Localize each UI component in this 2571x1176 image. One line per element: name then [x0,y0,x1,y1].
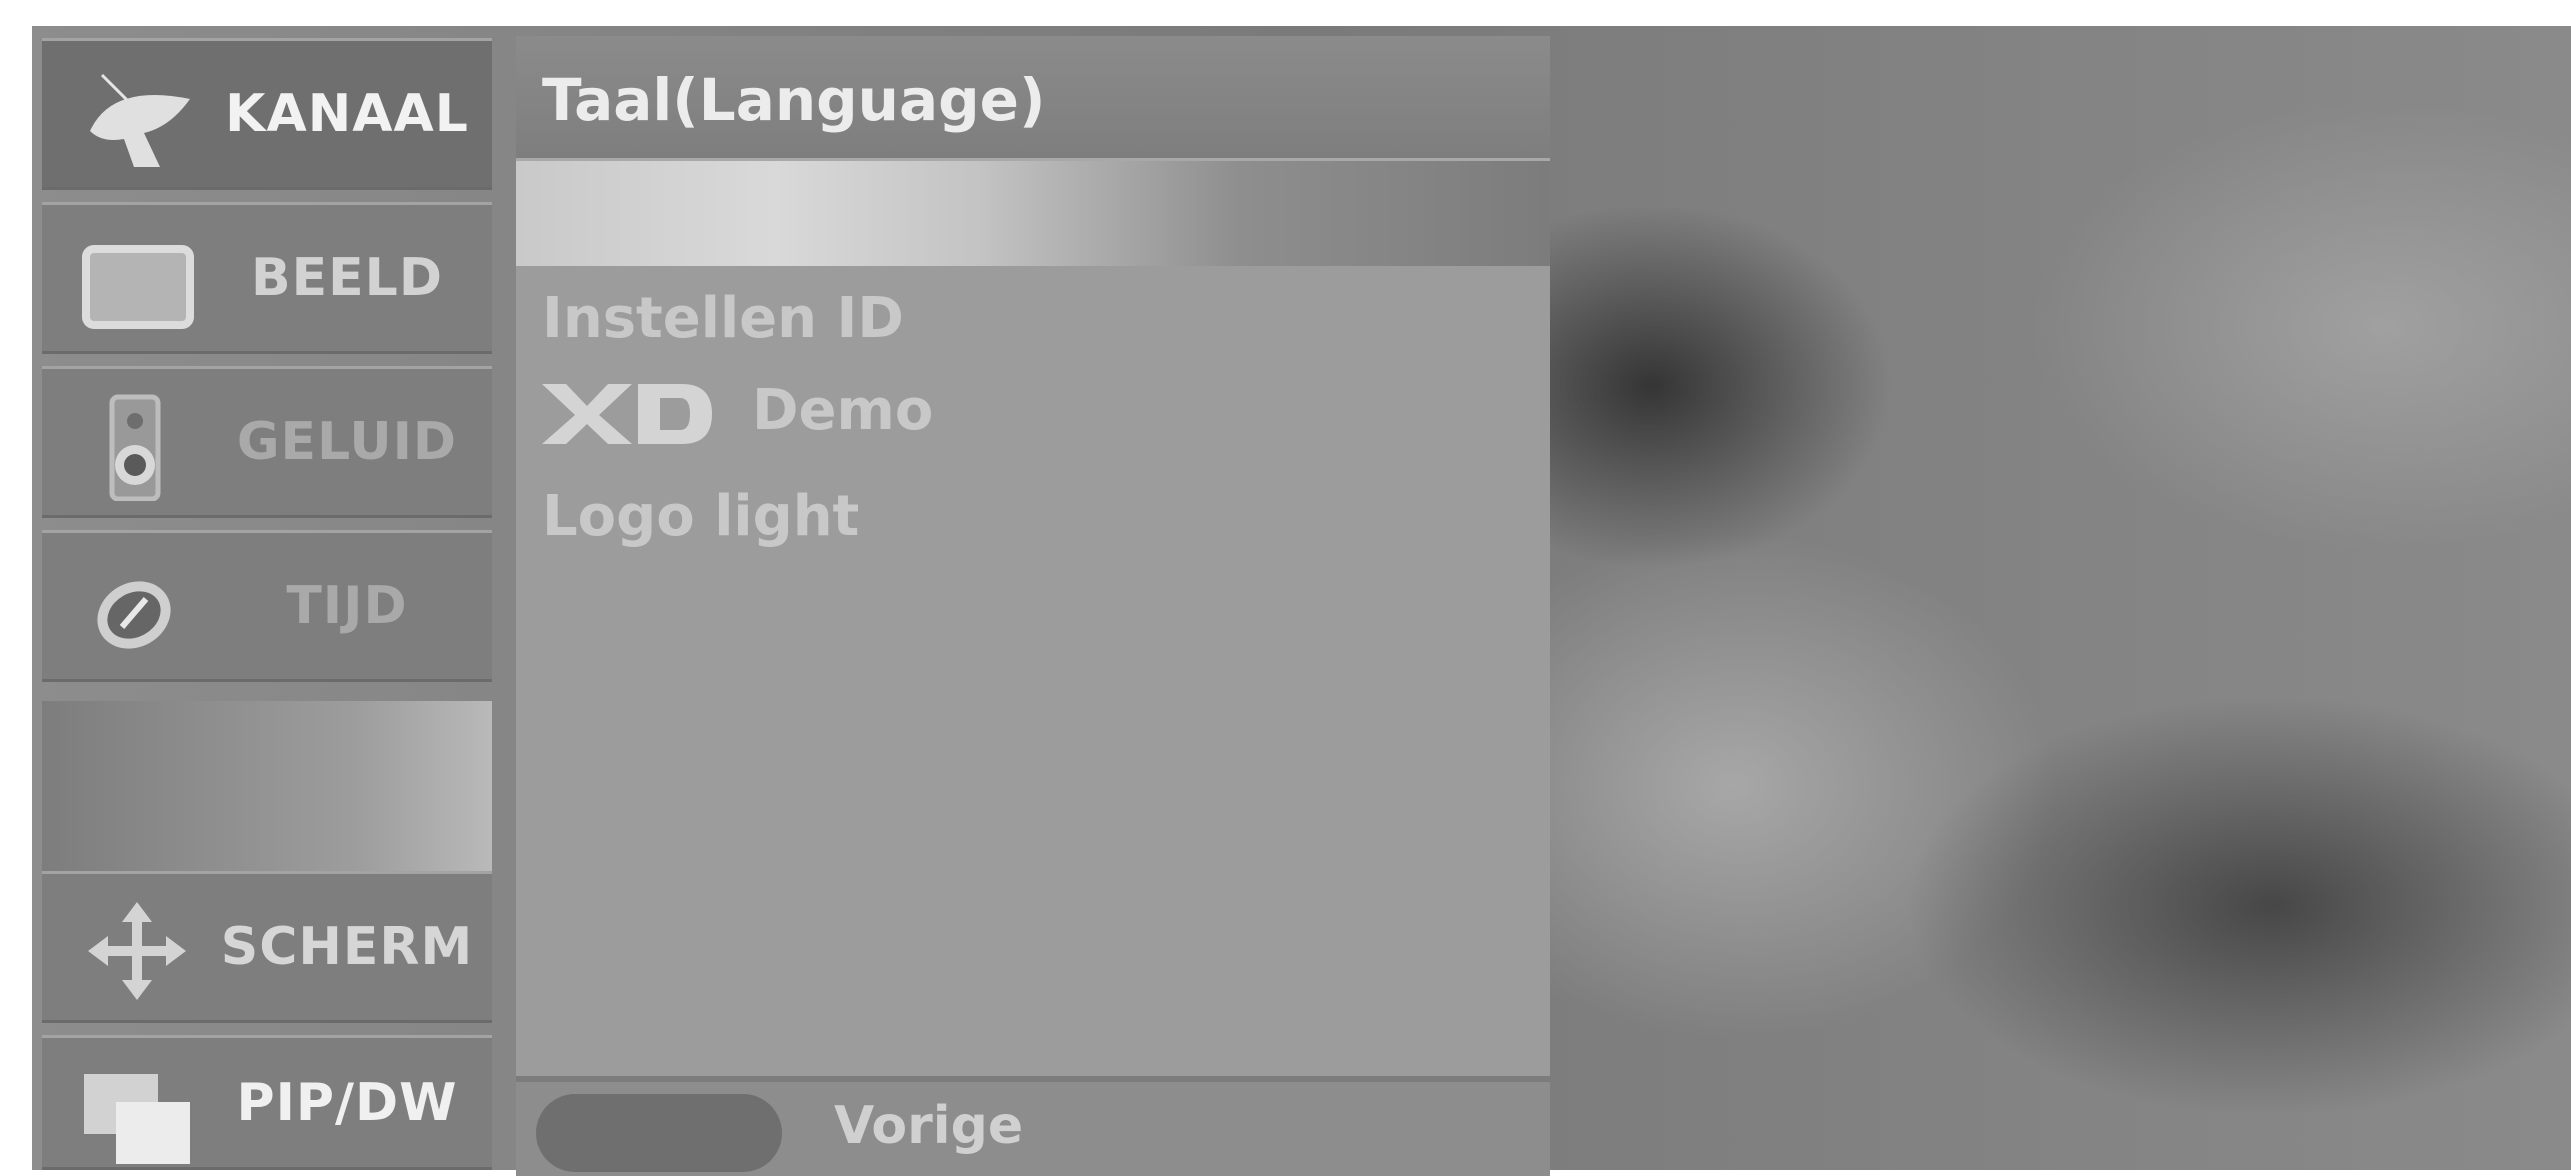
option-instellen-id[interactable]: Instellen ID [542,286,904,351]
selection-highlight[interactable] [516,161,1550,266]
menu-item-scherm[interactable]: SCHERM [42,871,492,1023]
menu-item-label: KANAAL [225,84,469,144]
option-logo-light[interactable]: Logo light [542,484,859,549]
pip-icon [84,1074,190,1164]
submenu-panel: Taal(Language) Instellen ID Demo Logo li… [516,36,1550,1106]
menu-spacer [42,701,492,871]
option-label: Demo [752,378,934,443]
blue-color-button[interactable] [536,1094,782,1172]
menu-item-label: PIP/DW [236,1072,458,1133]
satellite-icon [90,73,190,167]
menu-item-label: GELUID [236,412,458,472]
menu-item-label: TIJD [286,576,408,636]
menu-item-beeld[interactable]: BEELD [42,202,492,354]
submenu-title-bar: Taal(Language) [516,36,1550,161]
tv-screen-icon [82,245,194,329]
submenu-title: Taal(Language) [542,66,1046,134]
menu-item-label: SCHERM [220,917,474,977]
menu-item-tijd[interactable]: TIJD [42,530,492,682]
clock-icon [97,581,171,649]
menu-item-pip-dw[interactable]: PIP/DW [42,1035,492,1170]
footer-bar: Vorige [516,1076,1550,1176]
option-xd-demo[interactable]: Demo [542,378,933,446]
previous-label[interactable]: Vorige [834,1096,1023,1156]
menu-item-kanaal[interactable]: KANAAL [42,38,492,190]
xd-logo-icon [542,383,712,444]
main-menu: KANAAL BEELD GELUID TIJD SCHERM PIP/DW [32,26,502,1170]
move-arrows-icon [88,902,186,1000]
menu-item-label: BEELD [251,248,443,308]
menu-item-geluid[interactable]: GELUID [42,366,492,518]
speaker-icon [109,394,161,501]
